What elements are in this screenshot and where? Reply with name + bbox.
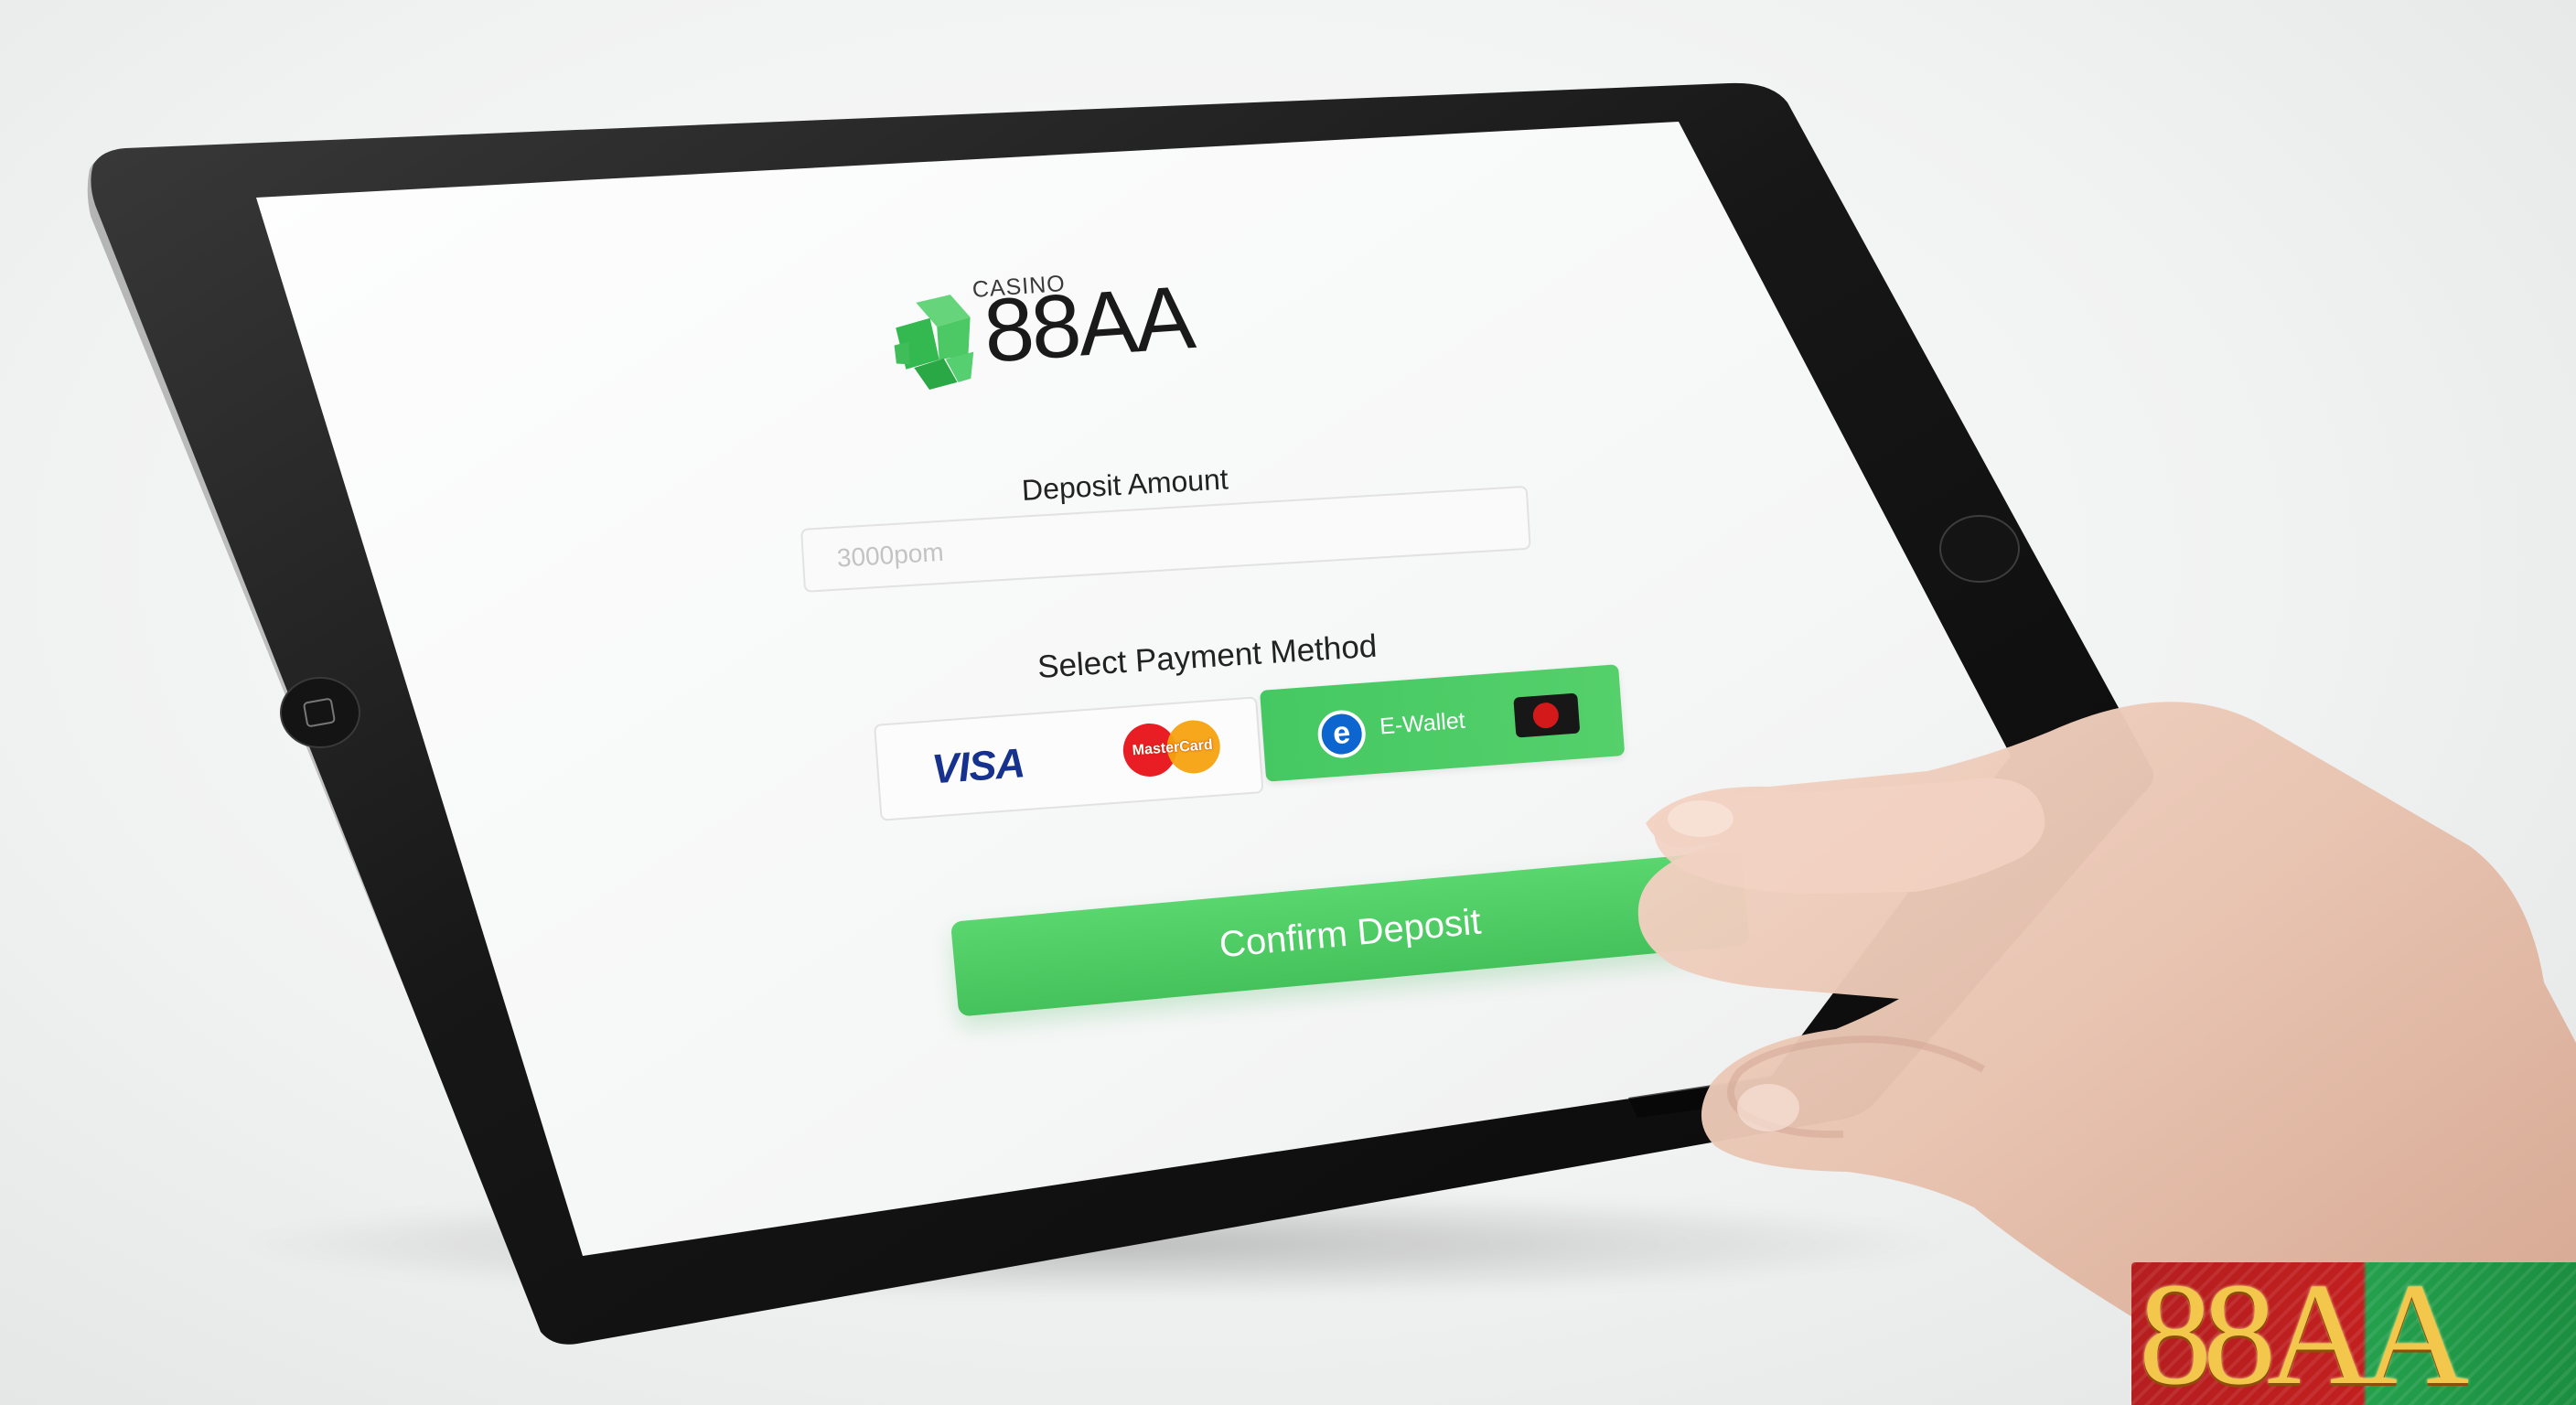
- camera-button-icon: [1939, 515, 2020, 583]
- home-button[interactable]: [280, 677, 360, 748]
- ewallet-label: E-Wallet: [1379, 707, 1466, 740]
- card-chip-icon: [1513, 692, 1581, 738]
- visa-logo: VISA: [929, 739, 1026, 793]
- mastercard-logo: MasterCard: [1121, 718, 1224, 779]
- watermark-logo: 88AA: [2131, 1262, 2576, 1405]
- ewallet-icon: e: [1315, 708, 1368, 760]
- device-scene: CASINO 88AA Deposit Amount Select Paymen…: [0, 0, 2576, 1405]
- watermark-text: 88AA: [2139, 1262, 2469, 1405]
- brand-name: 88AA: [981, 266, 1196, 381]
